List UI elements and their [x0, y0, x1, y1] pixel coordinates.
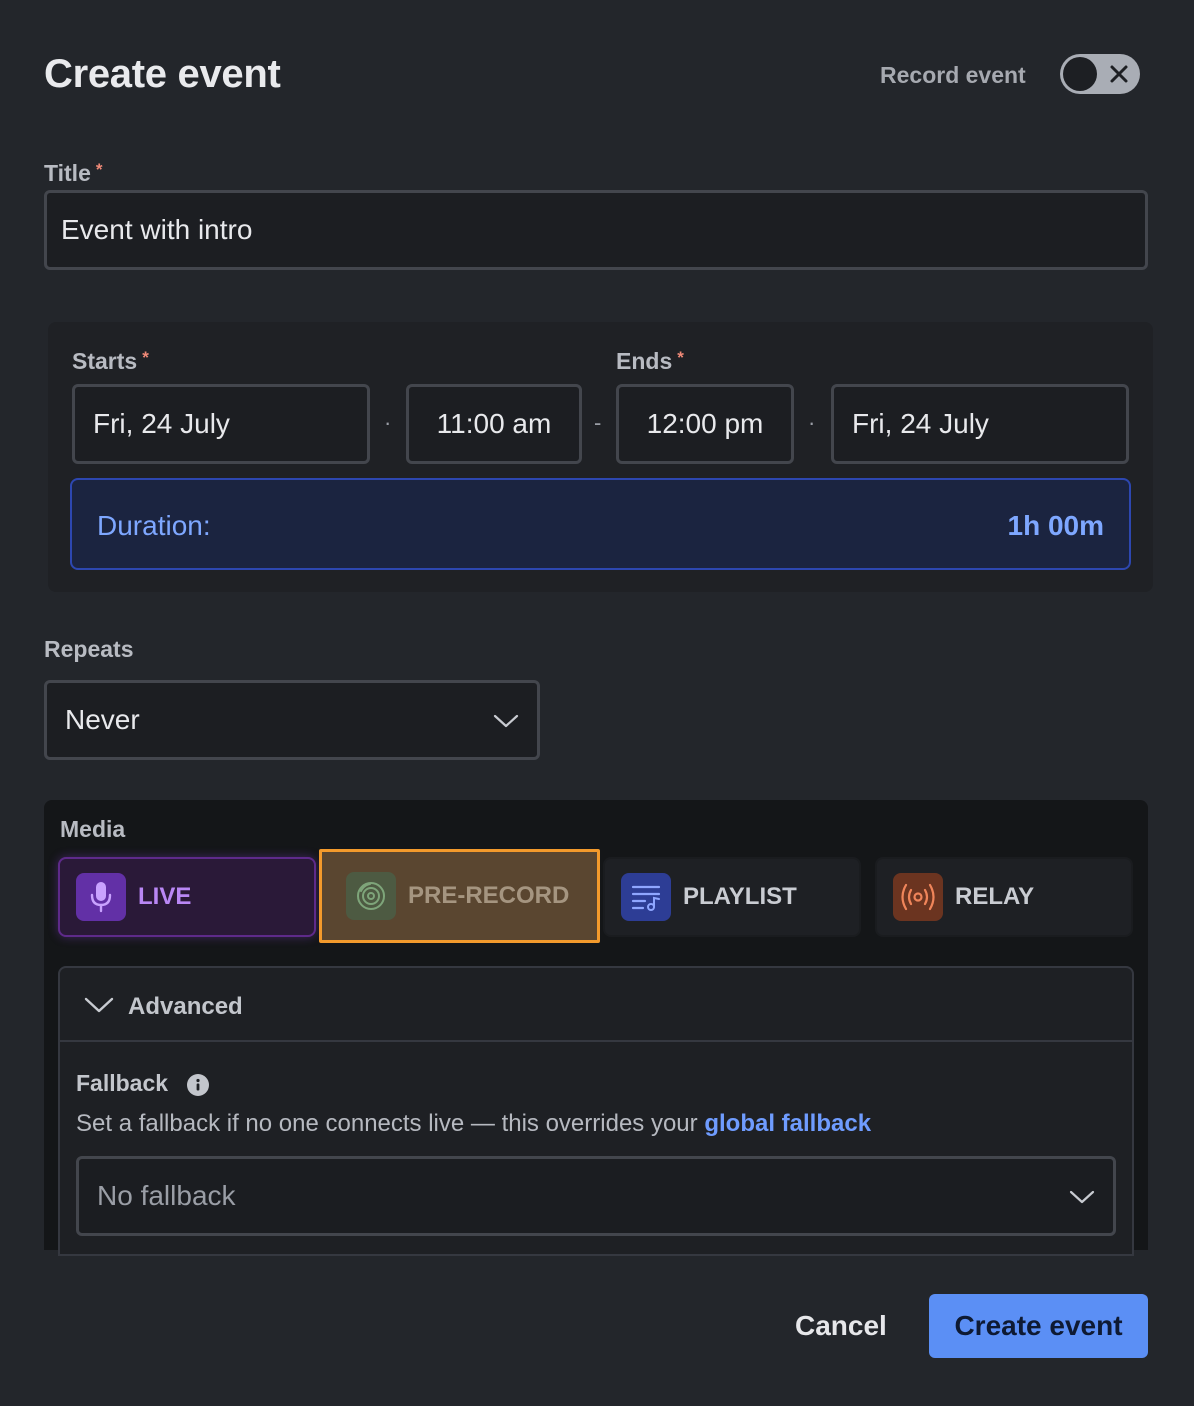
start-date-value: Fri, 24 July	[93, 408, 230, 439]
title-label: Title *	[44, 160, 103, 186]
media-option-label: LIVE	[138, 883, 192, 910]
microphone-icon	[76, 873, 126, 921]
cancel-button[interactable]: Cancel	[795, 1310, 887, 1342]
title-input[interactable]: Event with intro	[44, 190, 1148, 270]
duration-value: 1h 00m	[1007, 510, 1105, 541]
create-event-button[interactable]: Create event	[929, 1294, 1148, 1358]
end-date-input[interactable]: Fri, 24 July	[831, 384, 1129, 464]
toggle-knob	[1063, 57, 1097, 91]
end-date-value: Fri, 24 July	[852, 408, 989, 439]
global-fallback-link[interactable]: global fallback	[704, 1110, 871, 1137]
ends-label: Ends *	[616, 348, 684, 374]
start-date-input[interactable]: Fri, 24 July	[72, 384, 370, 464]
broadcast-icon	[893, 873, 943, 921]
media-option-relay[interactable]: RELAY	[875, 857, 1133, 937]
repeats-label: Repeats	[44, 636, 134, 662]
media-option-label: PLAYLIST	[683, 883, 797, 910]
advanced-toggle[interactable]: Advanced	[60, 968, 1132, 1042]
required-mark: *	[95, 160, 103, 179]
page-title: Create event	[44, 52, 281, 96]
record-event-toggle[interactable]	[1060, 54, 1140, 94]
media-option-label: RELAY	[955, 883, 1035, 910]
fallback-description: Set a fallback if no one connects live —…	[76, 1110, 872, 1137]
starts-label: Starts *	[72, 348, 149, 374]
chevron-down-icon	[493, 714, 519, 728]
repeats-value: Never	[65, 704, 140, 735]
end-time-value: 12:00 pm	[646, 408, 764, 439]
playlist-icon	[621, 873, 671, 921]
fallback-value: No fallback	[97, 1180, 236, 1211]
record-event-label: Record event	[880, 62, 1026, 88]
vinyl-record-icon	[346, 872, 396, 920]
start-time-value: 11:00 am	[436, 408, 552, 439]
required-mark: *	[677, 348, 684, 367]
title-input-value: Event with intro	[61, 214, 253, 245]
end-time-input[interactable]: 12:00 pm	[616, 384, 794, 464]
media-option-pre-record[interactable]: PRE-RECORD	[319, 849, 600, 943]
advanced-label: Advanced	[128, 993, 243, 1020]
chevron-down-icon	[84, 997, 114, 1013]
range-separator: -	[594, 410, 602, 435]
media-label: Media	[60, 816, 126, 842]
media-option-playlist[interactable]: PLAYLIST	[603, 857, 861, 937]
media-option-label: PRE-RECORD	[408, 882, 570, 909]
fallback-label: Fallback	[76, 1070, 169, 1096]
repeats-select[interactable]: Never	[44, 680, 540, 760]
date-time-separator: ·	[808, 410, 816, 435]
chevron-down-icon	[1069, 1190, 1095, 1204]
info-icon[interactable]	[187, 1074, 209, 1096]
fallback-select[interactable]: No fallback	[76, 1156, 1116, 1236]
media-option-live[interactable]: LIVE	[58, 857, 316, 937]
duration-box: Duration: 1h 00m	[70, 478, 1131, 570]
required-mark: *	[142, 348, 149, 367]
start-time-input[interactable]: 11:00 am	[406, 384, 582, 464]
duration-label: Duration:	[97, 510, 211, 541]
close-icon	[1110, 65, 1128, 83]
date-time-separator: ·	[384, 410, 392, 435]
